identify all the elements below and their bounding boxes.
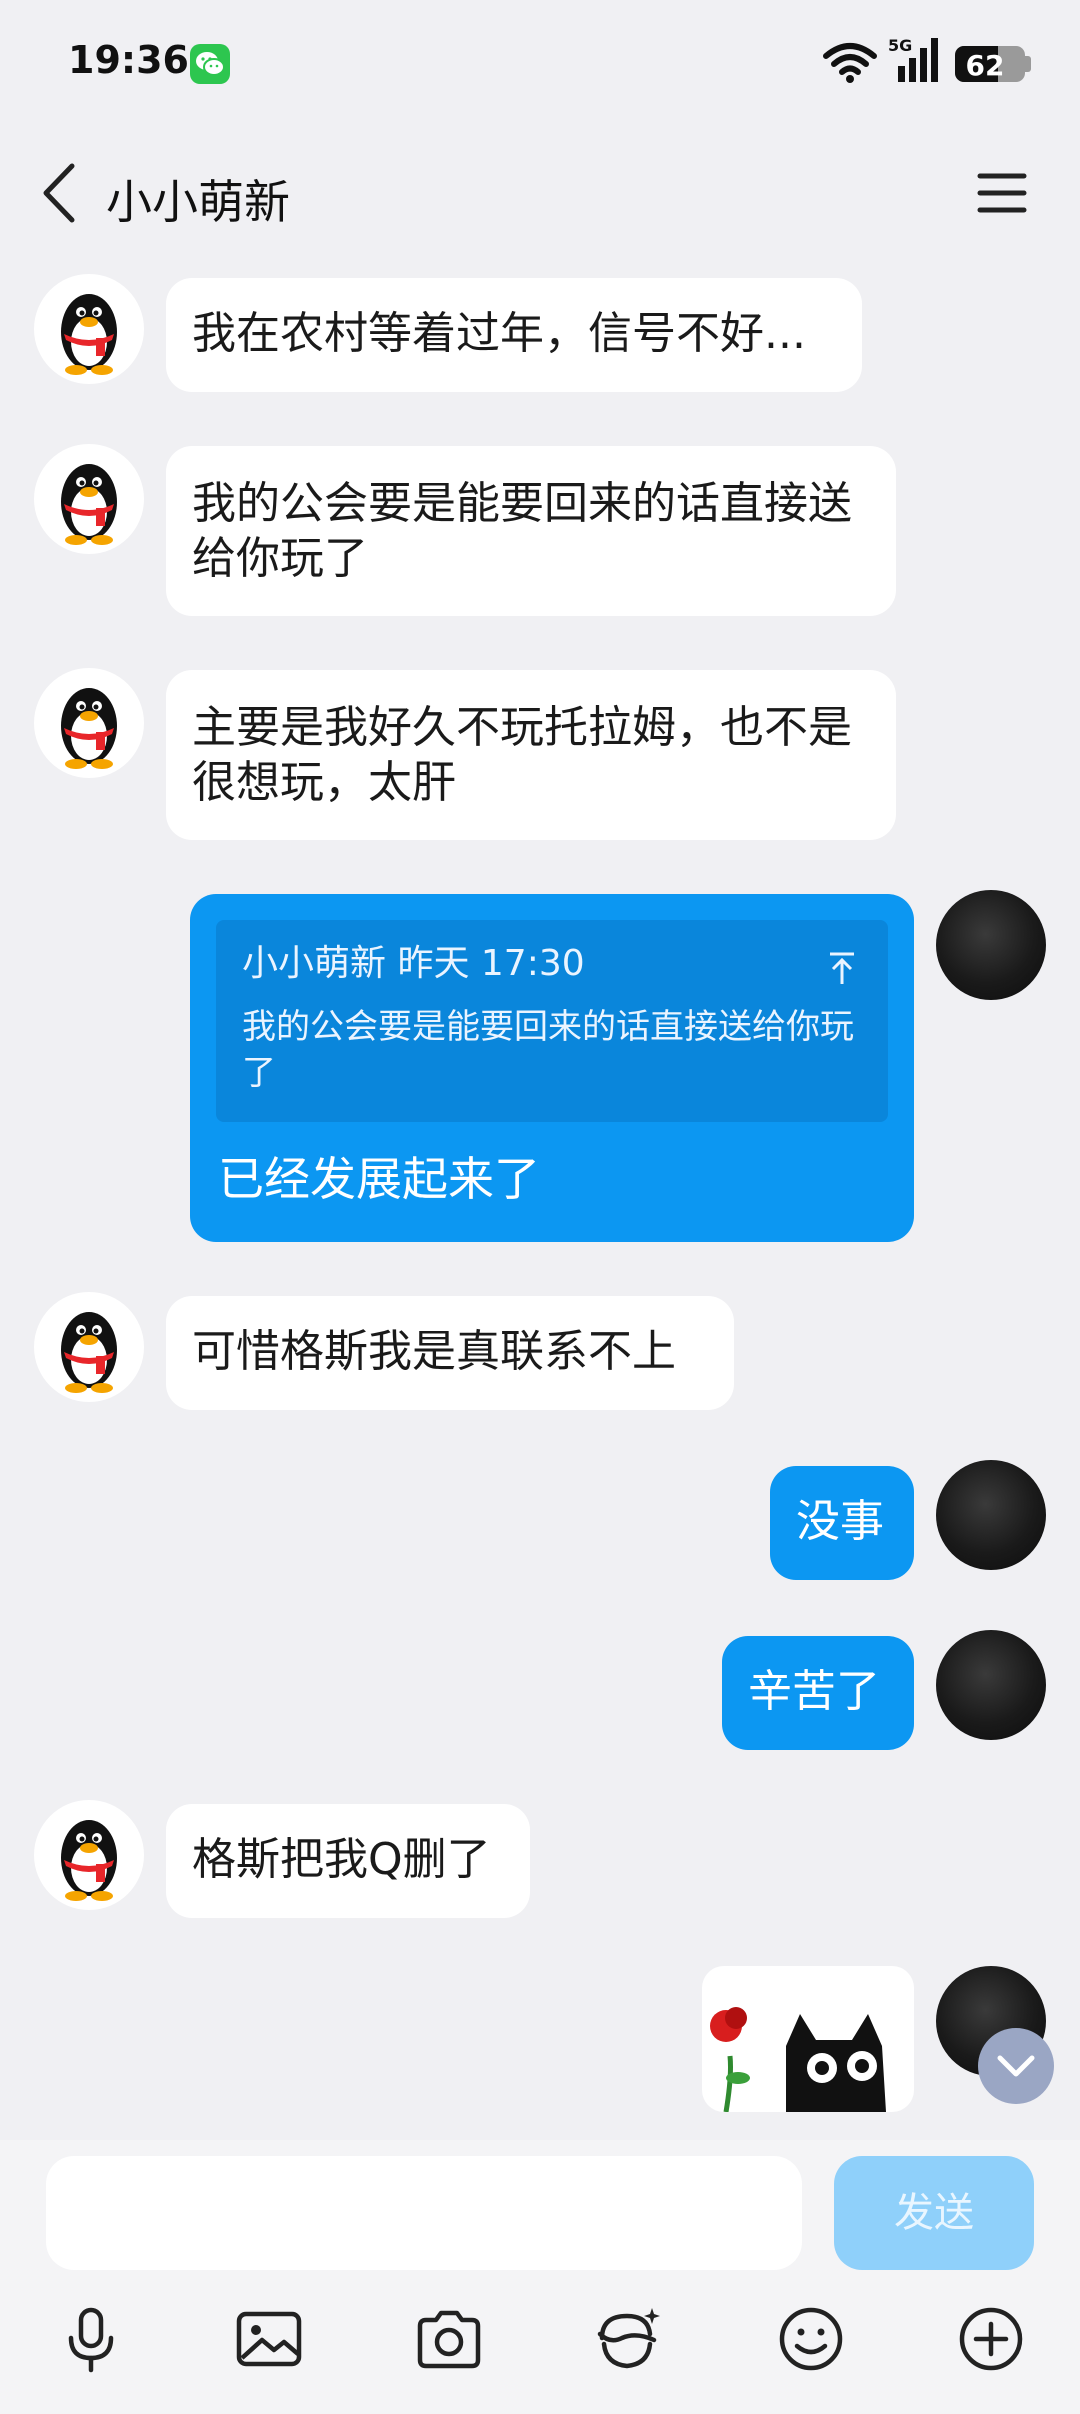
message-text: 辛苦了 — [748, 1666, 880, 1717]
contact-avatar[interactable] — [34, 274, 144, 384]
menu-icon[interactable] — [976, 168, 1028, 218]
penguin-avatar-icon — [61, 1312, 117, 1393]
sticker-message[interactable] — [702, 1966, 914, 2112]
self-avatar[interactable] — [936, 1460, 1046, 1570]
scroll-to-bottom-button[interactable] — [978, 2028, 1054, 2104]
message-input[interactable] — [46, 2156, 802, 2270]
wechat-notification-icon — [190, 44, 230, 84]
plus-icon[interactable] — [956, 2304, 1026, 2374]
contact-avatar[interactable] — [34, 1292, 144, 1402]
signal-strength-icon — [898, 38, 938, 82]
input-bar: 发送 — [0, 2140, 1080, 2414]
camera-icon[interactable] — [414, 2304, 484, 2374]
quote-text: 我的公会要是能要回来的话直接送给你玩了 — [242, 1007, 854, 1093]
wifi-icon — [823, 43, 877, 83]
quote-sender-time: 小小萌新 昨天 17:30 — [242, 943, 585, 984]
emoji-icon[interactable] — [776, 2304, 846, 2374]
message-text: 没事 — [796, 1496, 884, 1547]
penguin-avatar-icon — [61, 688, 117, 769]
message-bubble-outgoing[interactable]: 辛苦了 — [722, 1636, 914, 1750]
message-bubble-incoming[interactable]: 主要是我好久不玩托拉姆，也不是很想玩，太肝 — [166, 670, 896, 840]
status-bar: 19:36 5G 62 — [0, 0, 1080, 128]
message-text: 我在农村等着过年，信号不好... — [192, 308, 806, 359]
message-text: 主要是我好久不玩托拉姆，也不是很想玩，太肝 — [192, 702, 852, 808]
contact-avatar[interactable] — [34, 668, 144, 778]
battery-cap — [1025, 56, 1031, 72]
message-text: 已经发展起来了 — [218, 1152, 540, 1206]
penguin-avatar-icon — [61, 1820, 117, 1901]
contact-avatar[interactable] — [34, 1800, 144, 1910]
message-text: 格斯把我Q删了 — [192, 1834, 491, 1885]
battery-level-text: 62 — [965, 49, 1005, 82]
message-text: 我的公会要是能要回来的话直接送给你玩了 — [192, 478, 852, 584]
jump-to-top-icon[interactable] — [826, 950, 858, 986]
image-icon[interactable] — [234, 2304, 304, 2374]
message-bubble-outgoing[interactable]: 小小萌新 昨天 17:30 我的公会要是能要回来的话直接送给你玩了 已经发展起来… — [190, 894, 914, 1242]
message-bubble-incoming[interactable]: 我在农村等着过年，信号不好... — [166, 278, 862, 392]
chevron-down-icon — [997, 2055, 1035, 2077]
status-time: 19:36 — [68, 38, 189, 82]
message-bubble-incoming[interactable]: 格斯把我Q删了 — [166, 1804, 530, 1918]
chat-header: 小小萌新 — [0, 128, 1080, 258]
self-avatar[interactable] — [936, 1630, 1046, 1740]
message-bubble-incoming[interactable]: 我的公会要是能要回来的话直接送给你玩了 — [166, 446, 896, 616]
message-bubble-outgoing[interactable]: 没事 — [770, 1466, 914, 1580]
mic-icon[interactable] — [56, 2304, 126, 2374]
quoted-message[interactable]: 小小萌新 昨天 17:30 我的公会要是能要回来的话直接送给你玩了 — [216, 920, 888, 1122]
penguin-avatar-icon — [61, 294, 117, 375]
back-arrow-icon[interactable] — [36, 158, 86, 228]
self-avatar[interactable] — [936, 890, 1046, 1000]
black-cat-rose-sticker-icon — [710, 2007, 886, 2112]
chat-title[interactable]: 小小萌新 — [106, 166, 290, 232]
battery-indicator: 62 — [955, 46, 1025, 82]
message-text: 可惜格斯我是真联系不上 — [192, 1326, 676, 1377]
contact-avatar[interactable] — [34, 444, 144, 554]
message-bubble-incoming[interactable]: 可惜格斯我是真联系不上 — [166, 1296, 734, 1410]
penguin-avatar-icon — [61, 464, 117, 545]
send-button[interactable]: 发送 — [834, 2156, 1034, 2270]
red-packet-icon[interactable] — [592, 2304, 662, 2374]
